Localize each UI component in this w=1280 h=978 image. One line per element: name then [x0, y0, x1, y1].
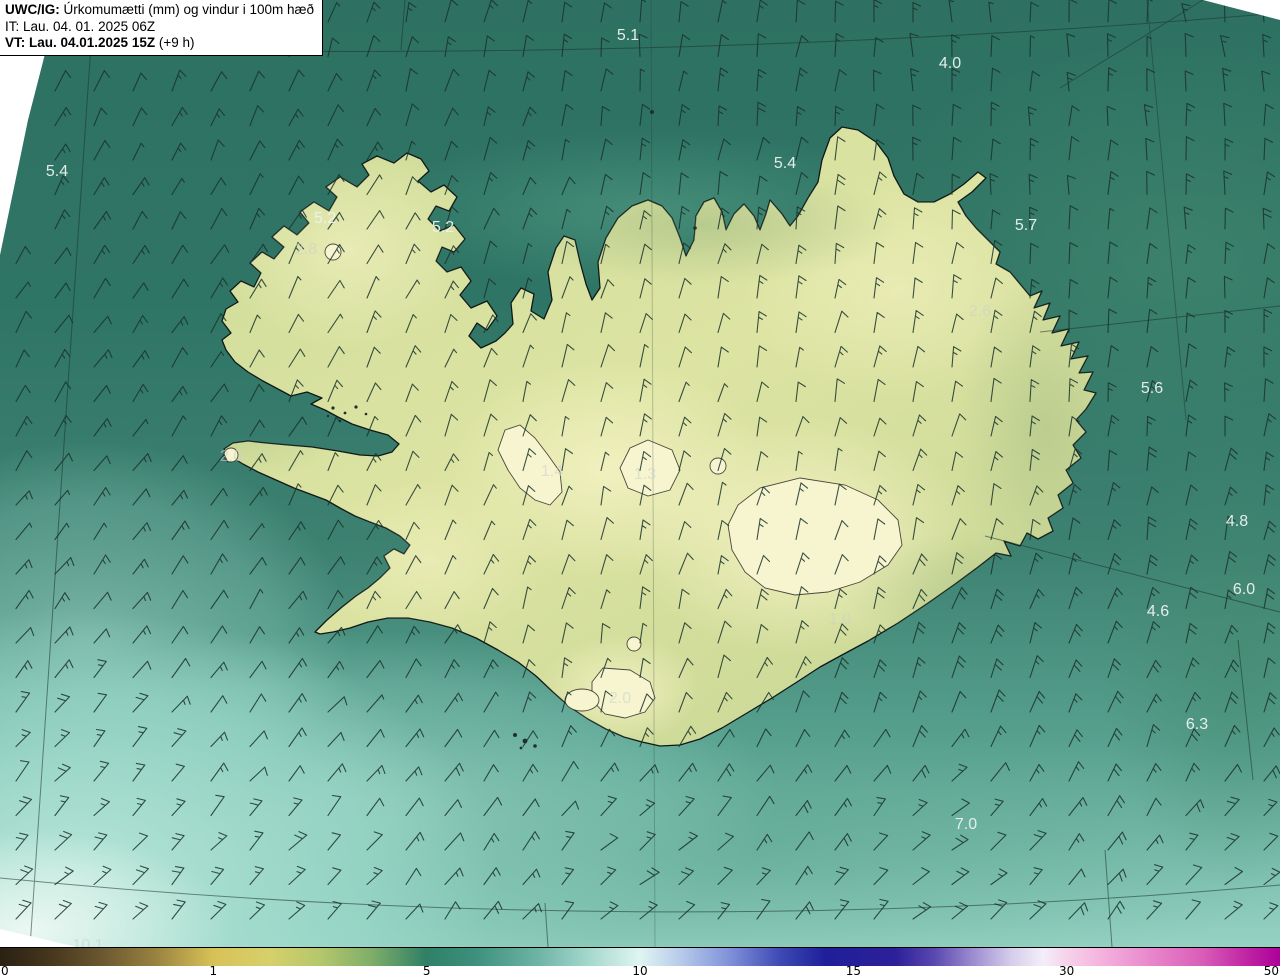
precip-value-label: 6.3 [1186, 716, 1208, 733]
weather-map-canvas: 5.1 4.0 5.4 5.4 5.2 5.2 2.8 5.7 2.6 5.6 2.0 1.4 1.3 4… [0, 0, 1280, 947]
colorbar-tick-5: 5 [422, 964, 431, 978]
title-box: UWC/IG: Úrkomumætti (mm) og vindur i 100… [0, 0, 324, 56]
precip-value-label: 4.0 [939, 55, 961, 72]
title-line-product: UWC/IG: Úrkomumætti (mm) og vindur i 100… [5, 2, 314, 19]
precip-value-label: 7.0 [955, 816, 977, 833]
precip-value-label: 2.6 [969, 303, 991, 320]
colorbar-tick-50: 50 [1263, 964, 1279, 978]
precip-value-label: 5.6 [1141, 380, 1163, 397]
colorbar-tick-10: 10 [632, 964, 648, 978]
precipitation-wind-map: 5.1 4.0 5.4 5.4 5.2 5.2 2.8 5.7 2.6 5.6 2.0 1.4 1.3 4… [0, 0, 1280, 947]
colorbar-tick-labels: 0 1 5 10 15 30 50 [0, 964, 1280, 978]
colorbar-tick-1: 1 [209, 964, 218, 978]
glacier-eyjafjallajokull [564, 688, 600, 712]
colorbar-tick-15: 15 [845, 964, 861, 978]
precip-value-label: 5.7 [1015, 217, 1037, 234]
precip-value-label: 1.0 [829, 611, 851, 628]
title-line-valid: VT: Lau. 04.01.2025 15Z (+9 h) [5, 35, 314, 52]
precip-value-label: 5.4 [774, 155, 796, 172]
title-line-init: IT: Lau. 04. 01. 2025 06Z [5, 18, 156, 34]
valid-offset: (+9 h) [155, 35, 195, 50]
precip-value-label: 2.0 [220, 448, 242, 465]
precip-value-label: 5.1 [617, 27, 639, 44]
colorbar-tick-30: 30 [1059, 964, 1075, 978]
precip-value-label: 2.0 [609, 690, 631, 707]
weather-map-page: { "header": { "product": "UWC/IG:", "tit… [0, 0, 1280, 978]
glacier-torfajokull [626, 636, 642, 652]
precip-value-label: 5.4 [46, 163, 68, 180]
precip-value-label: 2.8 [295, 241, 317, 258]
glacier-tungnafellsjokull [709, 457, 727, 475]
precip-value-label: 6.0 [1233, 581, 1255, 598]
precip-value-label: 10.1 [72, 937, 103, 947]
precip-value-label: 4.6 [1147, 603, 1169, 620]
precipitation-colorbar: 0 1 5 10 15 30 50 [0, 947, 1280, 978]
precip-value-label: 1.3 [634, 466, 656, 483]
precip-value-label: 1.4 [541, 463, 563, 480]
precip-value-label: 5.2 [432, 219, 454, 236]
colorbar-tick-0: 0 [1, 964, 9, 978]
valid-time: VT: Lau. 04.01.2025 15Z [5, 35, 156, 50]
product-code: UWC/IG: [5, 2, 60, 17]
product-title: Úrkomumætti (mm) og vindur i 100m hæð [59, 2, 315, 17]
precip-value-label: 5.2 [314, 210, 336, 227]
precip-value-label: 4.8 [1226, 513, 1248, 530]
